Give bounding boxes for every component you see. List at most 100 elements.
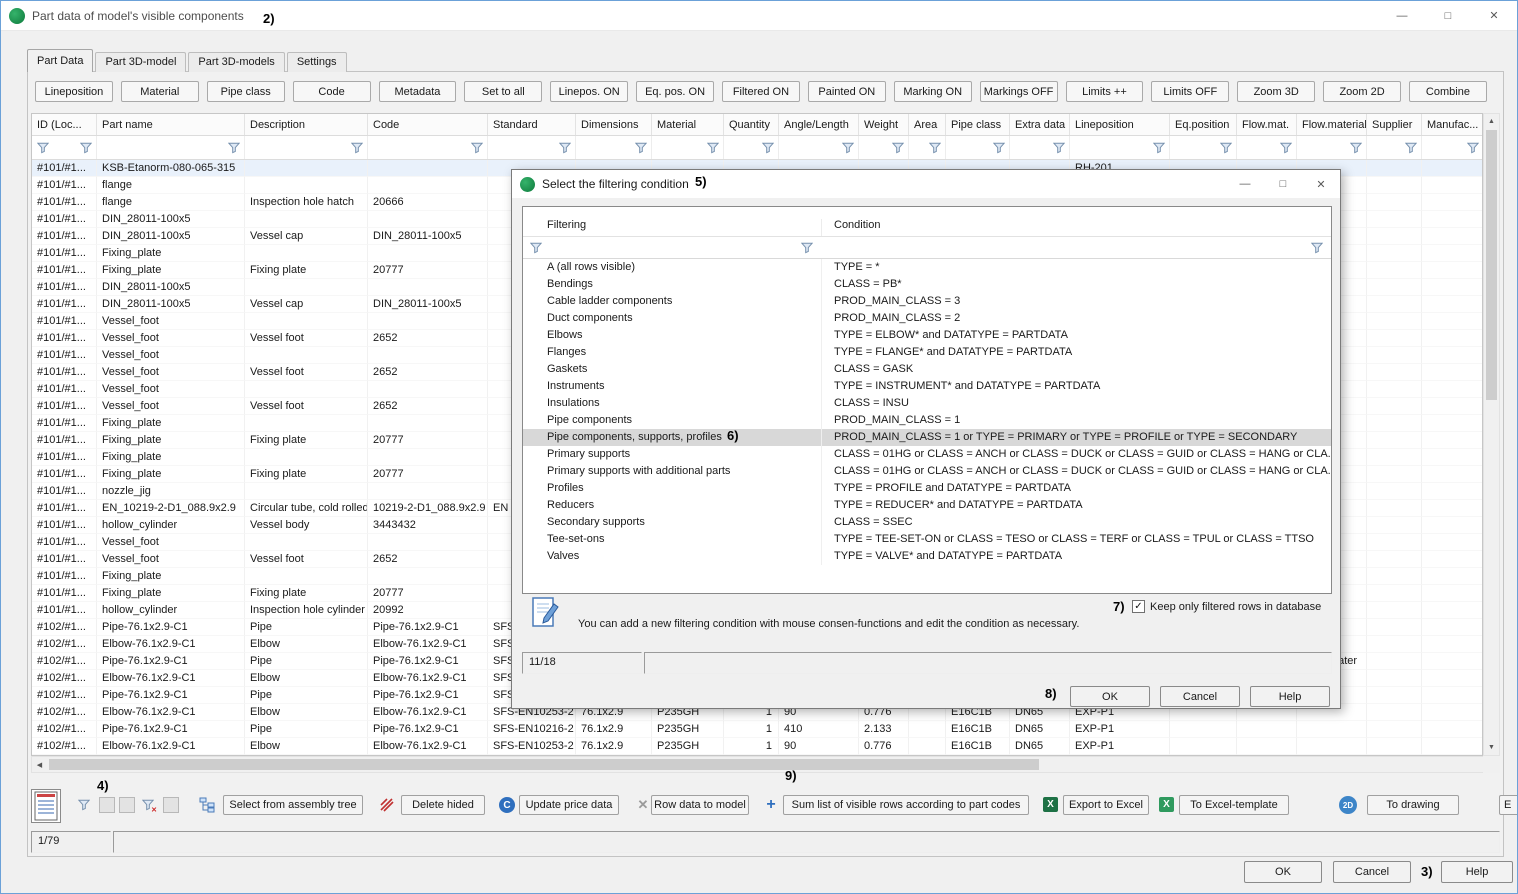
column-header-id-loc[interactable]: ID (Loc... [32,114,97,135]
select-from-assembly-tree-button[interactable]: Select from assembly tree [223,795,363,815]
lineposition-button[interactable]: Lineposition [35,81,113,102]
column-header-quantity[interactable]: Quantity [724,114,779,135]
filter-icon[interactable] [992,141,1005,154]
column-header-material[interactable]: Material [652,114,724,135]
combine-button[interactable]: Combine [1409,81,1487,102]
scroll-left-icon[interactable]: ◀ [32,757,47,772]
filtered-on-button[interactable]: Filtered ON [722,81,800,102]
tab-settings[interactable]: Settings [287,52,347,72]
delete-hided-button[interactable]: Delete hided [401,795,485,815]
pipe-class-button[interactable]: Pipe class [207,81,285,102]
blank-button[interactable] [119,797,135,813]
filter-condition-row[interactable]: ReducersTYPE = REDUCER* and DATATYPE = P… [523,497,1331,514]
filter-condition-row[interactable]: FlangesTYPE = FLANGE* and DATATYPE = PAR… [523,344,1331,361]
filter-icon[interactable] [1219,141,1232,154]
filter-icon[interactable] [350,141,363,154]
metadata-button[interactable]: Metadata [379,81,457,102]
help-button[interactable]: Help [1441,861,1513,883]
to-drawing-button[interactable]: To drawing [1367,795,1459,815]
filter-cell[interactable] [652,136,724,159]
dialog-ok-button[interactable]: OK [1070,686,1150,707]
filter-icon[interactable] [36,141,49,154]
horizontal-scrollbar[interactable]: ◀ ▶ [31,756,1500,773]
filter-condition-row[interactable]: Secondary supportsCLASS = SSEC [523,514,1331,531]
column-header-lineposition[interactable]: Lineposition [1070,114,1170,135]
tab-part-3d-model[interactable]: Part 3D-model [95,52,186,72]
scrollbar-thumb[interactable] [1486,130,1497,400]
zoom-2d-button[interactable]: Zoom 2D [1323,81,1401,102]
scroll-down-icon[interactable]: ▼ [1484,740,1499,755]
column-header-description[interactable]: Description [245,114,368,135]
filter-condition-row[interactable]: Pipe componentsPROD_MAIN_CLASS = 1 [523,412,1331,429]
close-icon[interactable]: ✕ [1471,1,1517,30]
filter-cell[interactable] [779,136,859,159]
to-excel-template-button[interactable]: To Excel-template [1179,795,1289,815]
filter-condition-row[interactable]: Duct componentsPROD_MAIN_CLASS = 2 [523,310,1331,327]
filter-cell[interactable] [245,136,368,159]
filter-cell[interactable] [724,136,779,159]
export-to-excel-button[interactable]: Export to Excel [1063,795,1149,815]
limits-button[interactable]: Limits ++ [1066,81,1144,102]
filter-cell[interactable] [1422,136,1483,159]
filter-icon[interactable] [800,241,813,254]
maximize-icon[interactable]: □ [1425,1,1471,30]
dialog-cancel-button[interactable]: Cancel [1160,686,1240,707]
filter-icon[interactable] [706,141,719,154]
linepos-on-button[interactable]: Linepos. ON [550,81,628,102]
set-to-all-button[interactable]: Set to all [464,81,542,102]
blank-button[interactable] [99,797,115,813]
filter-condition-row[interactable]: A (all rows visible)TYPE = * [523,259,1331,276]
column-header-manufac[interactable]: Manufac... [1422,114,1483,135]
eq-pos-on-button[interactable]: Eq. pos. ON [636,81,714,102]
filter-condition-row[interactable]: BendingsCLASS = PB* [523,276,1331,293]
filter-condition-row[interactable]: Primary supports with additional partsCL… [523,463,1331,480]
scroll-up-icon[interactable]: ▲ [1484,114,1499,129]
filter-condition-row[interactable]: ValvesTYPE = VALVE* and DATATYPE = PARTD… [523,548,1331,565]
filter-icon[interactable] [470,141,483,154]
code-button[interactable]: Code [293,81,371,102]
material-button[interactable]: Material [121,81,199,102]
filter-cell[interactable] [1170,136,1237,159]
blank-button[interactable] [163,797,179,813]
zoom-3d-button[interactable]: Zoom 3D [1237,81,1315,102]
filter-cell[interactable] [1070,136,1170,159]
filter-condition-row[interactable]: Primary supportsCLASS = 01HG or CLASS = … [523,446,1331,463]
filter-condition-row[interactable]: Tee-set-onsTYPE = TEE-SET-ON or CLASS = … [523,531,1331,548]
tab-part-3d-models[interactable]: Part 3D-models [188,52,284,72]
sum-icon[interactable]: + [763,797,779,813]
maximize-icon[interactable]: □ [1264,170,1302,198]
2d-drawing-icon[interactable]: 2D [1339,796,1357,814]
close-icon[interactable]: ✕ [1302,170,1340,198]
column-header-eq-position[interactable]: Eq.position [1170,114,1237,135]
column-header-part-name[interactable]: Part name [97,114,245,135]
column-header-pipe-class[interactable]: Pipe class [946,114,1010,135]
filter-icon[interactable] [529,241,542,254]
filter-clear-icon[interactable] [141,798,154,811]
filter-icon[interactable] [761,141,774,154]
dialog-column-header-filtering[interactable]: Filtering [523,219,821,236]
column-header-code[interactable]: Code [368,114,488,135]
column-header-flow-mat[interactable]: Flow.mat. [1237,114,1297,135]
filter-cell[interactable] [368,136,488,159]
table-row[interactable]: #102/#1...Pipe-76.1x2.9-C1PipePipe-76.1x… [32,721,1482,738]
filter-condition-row[interactable]: InstrumentsTYPE = INSTRUMENT* and DATATY… [523,378,1331,395]
filter-icon[interactable] [79,141,92,154]
minimize-icon[interactable]: — [1379,1,1425,30]
column-header-angle-length[interactable]: Angle/Length [779,114,859,135]
checkbox-icon[interactable]: ✓ [1132,600,1145,613]
column-header-standard[interactable]: Standard [488,114,576,135]
filter-icon[interactable] [227,141,240,154]
filter-cell[interactable] [32,136,97,159]
filter-cell[interactable] [523,241,821,254]
delete-hided-icon[interactable] [379,797,395,813]
filter-icon[interactable] [1466,141,1479,154]
filter-cell[interactable] [821,241,1331,254]
markings-off-button[interactable]: Markings OFF [980,81,1058,102]
filter-cell[interactable] [859,136,909,159]
filter-condition-row[interactable]: Pipe components, supports, profilesPROD_… [523,429,1331,446]
column-header-flow-material[interactable]: Flow.material [1297,114,1367,135]
filter-cell[interactable] [1010,136,1070,159]
column-header-weight[interactable]: Weight [859,114,909,135]
excel-template-icon[interactable]: X [1159,797,1174,812]
column-header-dimensions[interactable]: Dimensions [576,114,652,135]
